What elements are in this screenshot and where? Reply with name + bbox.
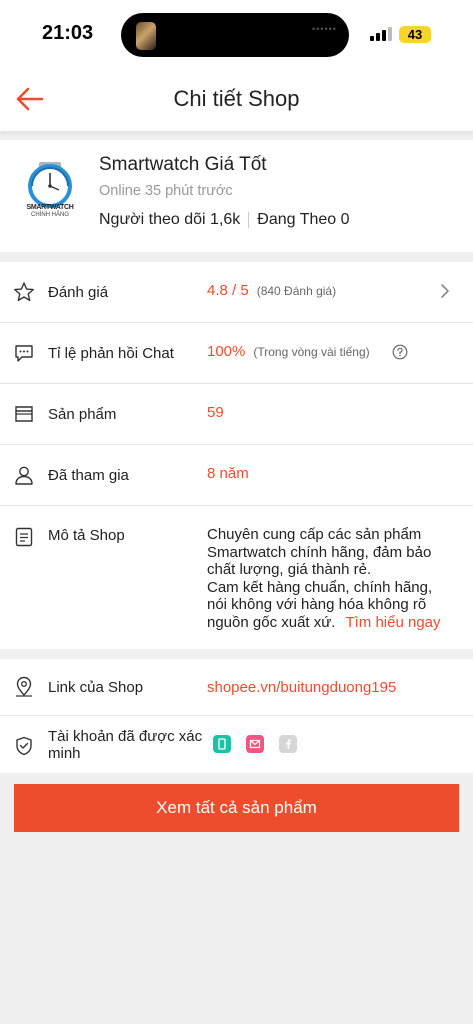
logo-text-top: SMARTWATCH	[26, 204, 74, 211]
chat-response-row: Tỉ lệ phản hồi Chat 100% (Trong vòng vài …	[0, 323, 473, 384]
shop-link-label: Link của Shop	[48, 679, 144, 696]
description-last-line: nguồn gốc xuất xứ. Tìm hiểu ngay	[207, 614, 457, 632]
shop-online-status: Online 35 phút trước	[99, 183, 233, 199]
verification-badges	[213, 735, 312, 753]
shop-description: Chuyên cung cấp các sản phẩm Smartwatch …	[207, 526, 457, 631]
location-pin-icon	[13, 676, 35, 698]
shop-follow-stats: Người theo dõi 1,6k Đang Theo 0	[99, 211, 350, 229]
rating-row[interactable]: Đánh giá 4.8 / 5 (840 Đánh giá)	[0, 262, 473, 323]
star-icon	[13, 281, 35, 303]
description-line: Chuyên cung cấp các sản phẩm	[207, 526, 422, 543]
shop-link-row[interactable]: Link của Shop shopee.vn/buitungduong195	[0, 659, 473, 716]
shop-info-list: Đánh giá 4.8 / 5 (840 Đánh giá) Tỉ lệ phả…	[0, 262, 473, 649]
signal-icon	[370, 27, 392, 41]
rating-count: (840 Đánh giá)	[256, 284, 337, 298]
description-line: Cam kết hàng chuẩn, chính hãng,	[207, 578, 433, 596]
verified-label: Tài khoản đã được xác minh	[48, 728, 202, 762]
followers-count: Người theo dõi 1,6k	[99, 211, 241, 228]
help-icon[interactable]	[392, 344, 408, 365]
chat-response-label: Tỉ lệ phản hồi Chat	[48, 345, 174, 362]
facebook-icon	[279, 735, 297, 753]
description-line: nguồn gốc xuất xứ.	[207, 613, 336, 631]
rating-value: 4.8 / 5	[207, 282, 249, 299]
page-title: Chi tiết Shop	[173, 86, 300, 111]
chevron-right-icon	[440, 282, 450, 305]
document-icon	[13, 526, 35, 548]
description-line: chất lượng, giá thành rẻ.	[207, 561, 372, 578]
phone-verified-icon	[213, 735, 231, 753]
store-icon	[13, 403, 35, 425]
description-line: nói không với hàng hóa không rõ	[207, 596, 427, 613]
shop-name: Smartwatch Giá Tốt	[99, 154, 267, 175]
shield-check-icon	[13, 735, 35, 757]
shop-link-url[interactable]: shopee.vn/buitungduong195	[207, 679, 396, 696]
learn-more-link[interactable]: Tìm hiểu ngay	[345, 614, 440, 631]
rating-value-group: 4.8 / 5 (840 Đánh giá)	[207, 282, 336, 299]
status-bar: 21:03 •••••• 43	[0, 0, 473, 70]
description-line: Smartwatch chính hãng, đảm bảo	[207, 543, 432, 561]
battery-icon: 43	[399, 26, 431, 43]
shop-link-block: Link của Shop shopee.vn/buitungduong195 …	[0, 659, 473, 773]
status-time: 21:03	[42, 22, 94, 44]
user-icon	[13, 464, 35, 486]
following-count: Đang Theo 0	[257, 211, 350, 228]
joined-label: Đã tham gia	[48, 467, 129, 484]
chat-bubble-icon	[13, 342, 35, 364]
verified-row: Tài khoản đã được xác minh	[0, 716, 473, 773]
island-activity-dots: ••••••	[312, 24, 337, 34]
shop-summary-card: SMARTWATCH CHÍNH HÃNG Smartwatch Giá Tốt…	[0, 140, 473, 252]
joined-row: Đã tham gia 8 năm	[0, 445, 473, 506]
email-verified-icon	[246, 735, 264, 753]
verified-label-line: Tài khoản đã được xác	[48, 728, 203, 745]
divider	[248, 212, 250, 228]
view-all-products-button[interactable]: Xem tất cả sản phẩm	[14, 784, 459, 832]
joined-value: 8 năm	[207, 465, 249, 482]
now-playing-thumbnail	[136, 22, 156, 50]
shop-logo: SMARTWATCH CHÍNH HÃNG	[22, 160, 78, 220]
description-row: Mô tả Shop Chuyên cung cấp các sản phẩm …	[0, 506, 473, 649]
products-row[interactable]: Sản phẩm 59	[0, 384, 473, 445]
description-label: Mô tả Shop	[48, 527, 125, 544]
chat-response-time: (Trong vòng vài tiếng)	[253, 345, 370, 359]
chat-response-value: 100%	[207, 343, 246, 360]
products-count: 59	[207, 404, 224, 421]
top-bar: Chi tiết Shop	[0, 70, 473, 132]
logo-text-bottom: CHÍNH HÃNG	[30, 212, 69, 218]
rating-label: Đánh giá	[48, 284, 109, 301]
chat-response-value-group: 100% (Trong vòng vài tiếng)	[207, 343, 370, 360]
products-label: Sản phẩm	[48, 406, 117, 423]
verified-label-line: minh	[48, 745, 81, 762]
